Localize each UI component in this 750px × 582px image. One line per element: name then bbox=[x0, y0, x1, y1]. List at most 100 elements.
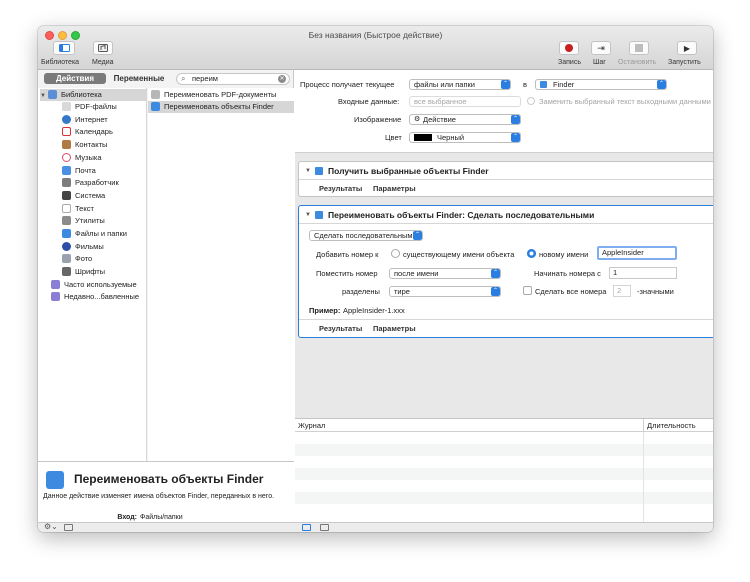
record-label: Запись bbox=[558, 59, 581, 66]
popup-chevron-icon: ⌃ bbox=[413, 231, 422, 240]
globe-icon bbox=[62, 115, 71, 124]
clear-search-icon[interactable]: ✕ bbox=[278, 75, 286, 83]
input-data-popup[interactable]: все выбранное bbox=[409, 96, 521, 107]
params-tab[interactable]: Параметры bbox=[373, 184, 416, 193]
color-value: Черный bbox=[437, 133, 465, 142]
start-number-field[interactable]: 1 bbox=[609, 267, 677, 279]
image-popup[interactable]: ⚙ Действие ⌃ bbox=[409, 114, 521, 125]
place-number-popup[interactable]: после имени ⌃ bbox=[389, 268, 501, 279]
digits-checkbox[interactable] bbox=[523, 286, 532, 295]
library-label: Библиотека bbox=[41, 59, 80, 66]
run-label: Запустить bbox=[668, 59, 701, 66]
separator-popup[interactable]: тире ⌃ bbox=[389, 286, 501, 297]
application-popup[interactable]: Finder ⌃ bbox=[535, 79, 667, 90]
log-row bbox=[295, 444, 713, 456]
log-row bbox=[295, 492, 713, 504]
window-title: Без названия (Быстрое действие) bbox=[308, 30, 443, 40]
duration-column-header[interactable]: Длительность bbox=[647, 421, 696, 430]
library-item-contacts[interactable]: Контакты bbox=[62, 139, 146, 151]
calendar-icon bbox=[62, 127, 71, 136]
rename-mode-value: Сделать последовательными bbox=[314, 231, 417, 240]
replace-checkbox[interactable] bbox=[527, 97, 535, 105]
library-item-label: Почта bbox=[75, 166, 96, 175]
tab-actions[interactable]: Действия bbox=[44, 73, 106, 84]
search-icon: ⌕ bbox=[181, 74, 186, 83]
log-row bbox=[295, 468, 713, 480]
library-item-calendar[interactable]: Календарь bbox=[62, 126, 146, 138]
library-item-label: Шрифты bbox=[75, 267, 106, 276]
library-item-movies[interactable]: Фильмы bbox=[62, 241, 146, 253]
library-item-music[interactable]: Музыка bbox=[62, 152, 146, 164]
place-number-label: Поместить номер bbox=[316, 269, 378, 278]
description-title: Переименовать объекты Finder bbox=[74, 472, 264, 486]
column-divider bbox=[643, 419, 644, 432]
run-button[interactable]: ▶ bbox=[677, 41, 697, 55]
input-data-label: Входные данные: bbox=[338, 97, 400, 106]
system-icon bbox=[62, 191, 71, 200]
radio-existing-name[interactable] bbox=[391, 249, 400, 258]
tab-variables[interactable]: Переменные bbox=[108, 73, 170, 84]
movies-icon bbox=[62, 242, 71, 251]
params-tab[interactable]: Параметры bbox=[373, 324, 416, 333]
color-popup[interactable]: Черный ⌃ bbox=[409, 132, 521, 143]
name-field[interactable]: AppleInsider bbox=[597, 246, 677, 260]
receives-popup[interactable]: файлы или папки ⌃ bbox=[409, 79, 511, 90]
record-button[interactable] bbox=[559, 41, 579, 55]
description-body: Данное действие изменяет имена объектов … bbox=[43, 493, 275, 500]
smart-folder-icon bbox=[51, 280, 60, 289]
flow-view-icon[interactable] bbox=[320, 524, 329, 531]
library-item-label: Интернет bbox=[75, 115, 108, 124]
library-item-mail[interactable]: Почта bbox=[62, 165, 146, 177]
library-item-photos[interactable]: Фото bbox=[62, 253, 146, 265]
library-item-internet[interactable]: Интернет bbox=[62, 114, 146, 126]
action-item[interactable]: Переименовать PDF-документы bbox=[148, 89, 294, 101]
pdf-icon bbox=[62, 102, 71, 111]
library-item-developer[interactable]: Разработчик bbox=[62, 177, 146, 189]
library-item-utilities[interactable]: Утилиты bbox=[62, 215, 146, 227]
library-most-used[interactable]: Часто используемые bbox=[51, 279, 146, 291]
library-root-item[interactable]: ▼ Библиотека bbox=[40, 89, 146, 101]
library-item-files[interactable]: Файлы и папки bbox=[62, 228, 146, 240]
place-number-value: после имени bbox=[394, 269, 439, 278]
popup-chevron-icon: ⌃ bbox=[511, 115, 520, 124]
library-item-system[interactable]: Система bbox=[62, 190, 146, 202]
library-item-pdf[interactable]: PDF-файлы bbox=[62, 101, 146, 113]
rename-mode-popup[interactable]: Сделать последовательными ⌃ bbox=[309, 230, 423, 241]
digits-field[interactable]: 2 bbox=[613, 285, 631, 297]
digits-label: Сделать все номера bbox=[535, 287, 607, 296]
list-view-icon[interactable] bbox=[302, 524, 311, 531]
media-button[interactable] bbox=[93, 41, 113, 55]
radio-new-name[interactable] bbox=[527, 249, 536, 258]
action-get-selected: ▼ Получить выбранные объекты Finder Резу… bbox=[298, 161, 713, 197]
library-item-text[interactable]: Текст bbox=[62, 203, 146, 215]
results-tab[interactable]: Результаты bbox=[319, 184, 362, 193]
photos-icon bbox=[62, 254, 71, 263]
color-label: Цвет bbox=[385, 133, 402, 142]
library-folder-icon bbox=[48, 90, 58, 99]
library-button[interactable] bbox=[53, 41, 75, 55]
color-swatch bbox=[414, 134, 432, 141]
input-data-value: все выбранное bbox=[414, 97, 467, 106]
library-item-label: Система bbox=[75, 191, 106, 200]
disclosure-triangle-icon[interactable]: ▼ bbox=[305, 168, 311, 174]
library-recent[interactable]: Недавно...бавленные bbox=[51, 291, 146, 303]
search-field[interactable]: ⌕ переим ✕ bbox=[176, 73, 290, 85]
results-tab[interactable]: Результаты bbox=[319, 324, 362, 333]
stop-button[interactable] bbox=[629, 41, 649, 55]
mail-icon bbox=[62, 166, 71, 175]
input-label: Вход: bbox=[117, 514, 137, 521]
input-value: Файлы/папки bbox=[140, 514, 183, 521]
gear-menu-icon[interactable]: ⚙⌄ bbox=[44, 522, 58, 531]
disclosure-triangle-icon[interactable]: ▼ bbox=[305, 212, 311, 218]
action-item-label: Переименовать объекты Finder bbox=[164, 102, 274, 111]
smart-folder-icon bbox=[51, 292, 60, 301]
media-label: Медиа bbox=[92, 59, 114, 66]
log-column-header[interactable]: Журнал bbox=[298, 421, 325, 430]
show-description-icon[interactable] bbox=[64, 524, 73, 531]
step-button[interactable]: ⇥ bbox=[591, 41, 611, 55]
add-number-label: Добавить номер к bbox=[316, 250, 379, 259]
search-input[interactable]: переим bbox=[192, 74, 218, 83]
action-item-selected[interactable]: Переименовать объекты Finder bbox=[148, 101, 294, 113]
library-item-fonts[interactable]: Шрифты bbox=[62, 266, 146, 278]
action-title: Переименовать объекты Finder: Сделать по… bbox=[328, 210, 595, 220]
